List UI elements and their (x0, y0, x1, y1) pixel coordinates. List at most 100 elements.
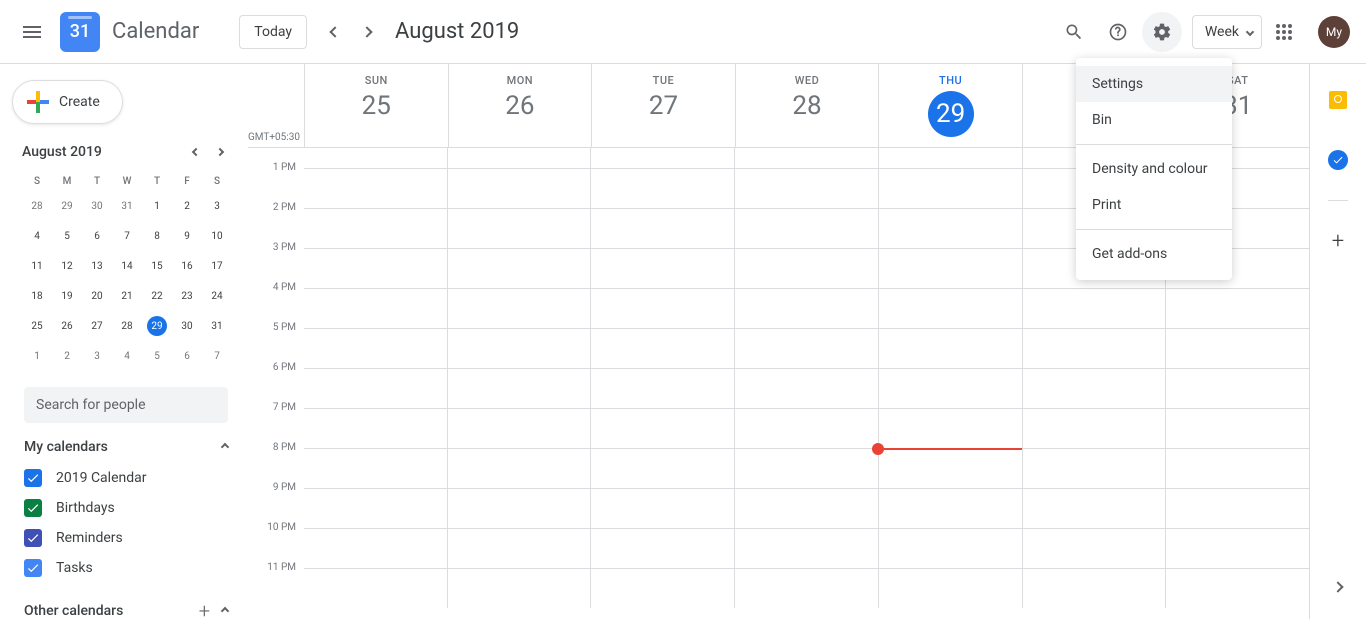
mini-day-cell[interactable]: 29 (142, 311, 172, 341)
time-slot[interactable] (447, 529, 591, 568)
time-slot[interactable] (878, 409, 1022, 448)
time-slot[interactable] (734, 449, 878, 488)
time-slot[interactable] (447, 449, 591, 488)
time-slot[interactable] (734, 169, 878, 208)
mini-day-cell[interactable]: 3 (202, 191, 232, 221)
time-slot[interactable] (1022, 369, 1166, 408)
mini-day-cell[interactable]: 4 (112, 341, 142, 371)
time-slot[interactable] (878, 148, 1022, 168)
time-slot[interactable] (447, 289, 591, 328)
time-slot[interactable] (878, 249, 1022, 288)
time-slot[interactable] (1165, 369, 1309, 408)
time-slot[interactable] (304, 529, 447, 568)
mini-day-cell[interactable]: 14 (112, 251, 142, 281)
calendar-checkbox[interactable] (24, 529, 42, 547)
prev-period-button[interactable] (319, 16, 351, 48)
mini-day-cell[interactable]: 26 (52, 311, 82, 341)
add-calendar-button[interactable]: + (199, 599, 210, 619)
time-slot[interactable] (590, 369, 734, 408)
mini-day-cell[interactable]: 31 (112, 191, 142, 221)
time-slot[interactable] (590, 289, 734, 328)
mini-day-cell[interactable]: 29 (52, 191, 82, 221)
time-slot[interactable] (590, 409, 734, 448)
time-slot[interactable] (447, 209, 591, 248)
time-slot[interactable] (447, 148, 591, 168)
mini-day-cell[interactable]: 4 (22, 221, 52, 251)
time-slot[interactable] (304, 148, 447, 168)
mini-day-cell[interactable]: 15 (142, 251, 172, 281)
mini-day-cell[interactable]: 25 (22, 311, 52, 341)
mini-day-cell[interactable]: 8 (142, 221, 172, 251)
mini-day-cell[interactable]: 5 (52, 221, 82, 251)
hide-side-panel-button[interactable] (1322, 571, 1354, 603)
time-slot[interactable] (590, 329, 734, 368)
time-slot[interactable] (590, 148, 734, 168)
date-number[interactable]: 29 (879, 91, 1022, 137)
time-slot[interactable] (447, 489, 591, 528)
google-apps-button[interactable] (1264, 12, 1304, 52)
mini-prev-button[interactable] (184, 140, 208, 164)
add-addon-button[interactable]: + (1318, 221, 1358, 261)
menu-item[interactable]: Print (1076, 187, 1232, 223)
mini-day-cell[interactable]: 30 (82, 191, 112, 221)
calendar-list-item[interactable]: Birthdays (24, 493, 228, 523)
time-slot[interactable] (304, 249, 447, 288)
time-slot[interactable] (1022, 569, 1166, 608)
keep-button[interactable] (1318, 80, 1358, 120)
mini-day-cell[interactable]: 7 (112, 221, 142, 251)
support-button[interactable] (1098, 12, 1138, 52)
mini-day-cell[interactable]: 5 (142, 341, 172, 371)
mini-next-button[interactable] (208, 140, 232, 164)
time-slot[interactable] (590, 449, 734, 488)
time-slot[interactable] (734, 148, 878, 168)
time-slot[interactable] (878, 529, 1022, 568)
main-menu-button[interactable] (8, 8, 56, 56)
mini-day-cell[interactable]: 6 (82, 221, 112, 251)
menu-item[interactable]: Settings (1076, 66, 1232, 102)
time-slot[interactable] (734, 369, 878, 408)
time-slot[interactable] (304, 169, 447, 208)
time-slot[interactable] (1022, 449, 1166, 488)
settings-button[interactable] (1142, 12, 1182, 52)
time-slot[interactable] (878, 489, 1022, 528)
time-slot[interactable] (1165, 289, 1309, 328)
mini-day-cell[interactable]: 3 (82, 341, 112, 371)
time-slot[interactable] (1022, 289, 1166, 328)
mini-day-cell[interactable]: 12 (52, 251, 82, 281)
today-button[interactable]: Today (239, 15, 307, 49)
time-slot[interactable] (304, 569, 447, 608)
mini-day-cell[interactable]: 28 (112, 311, 142, 341)
mini-day-cell[interactable]: 24 (202, 281, 232, 311)
time-slot[interactable] (1165, 329, 1309, 368)
calendar-checkbox[interactable] (24, 469, 42, 487)
time-slot[interactable] (447, 569, 591, 608)
time-slot[interactable] (304, 409, 447, 448)
time-slot[interactable] (1165, 569, 1309, 608)
time-slot[interactable] (304, 329, 447, 368)
mini-day-cell[interactable]: 9 (172, 221, 202, 251)
create-button[interactable]: Create (12, 80, 123, 124)
mini-day-cell[interactable]: 30 (172, 311, 202, 341)
mini-day-cell[interactable]: 7 (202, 341, 232, 371)
time-slot[interactable] (878, 329, 1022, 368)
time-slot[interactable] (590, 209, 734, 248)
time-slot[interactable] (878, 209, 1022, 248)
mini-day-cell[interactable]: 17 (202, 251, 232, 281)
tasks-button[interactable] (1318, 140, 1358, 180)
time-slot[interactable] (1022, 529, 1166, 568)
search-button[interactable] (1054, 12, 1094, 52)
time-slot[interactable] (590, 249, 734, 288)
calendar-checkbox[interactable] (24, 499, 42, 517)
mini-day-cell[interactable]: 1 (142, 191, 172, 221)
time-slot[interactable] (304, 289, 447, 328)
menu-item[interactable]: Density and colour (1076, 151, 1232, 187)
calendar-list-item[interactable]: 2019 Calendar (24, 463, 228, 493)
date-number[interactable]: 26 (449, 91, 592, 121)
time-slot[interactable] (878, 369, 1022, 408)
time-slot[interactable] (304, 489, 447, 528)
mini-day-cell[interactable]: 2 (52, 341, 82, 371)
time-slot[interactable] (447, 409, 591, 448)
time-slot[interactable] (447, 249, 591, 288)
mini-day-cell[interactable]: 31 (202, 311, 232, 341)
date-number[interactable]: 28 (736, 91, 879, 121)
